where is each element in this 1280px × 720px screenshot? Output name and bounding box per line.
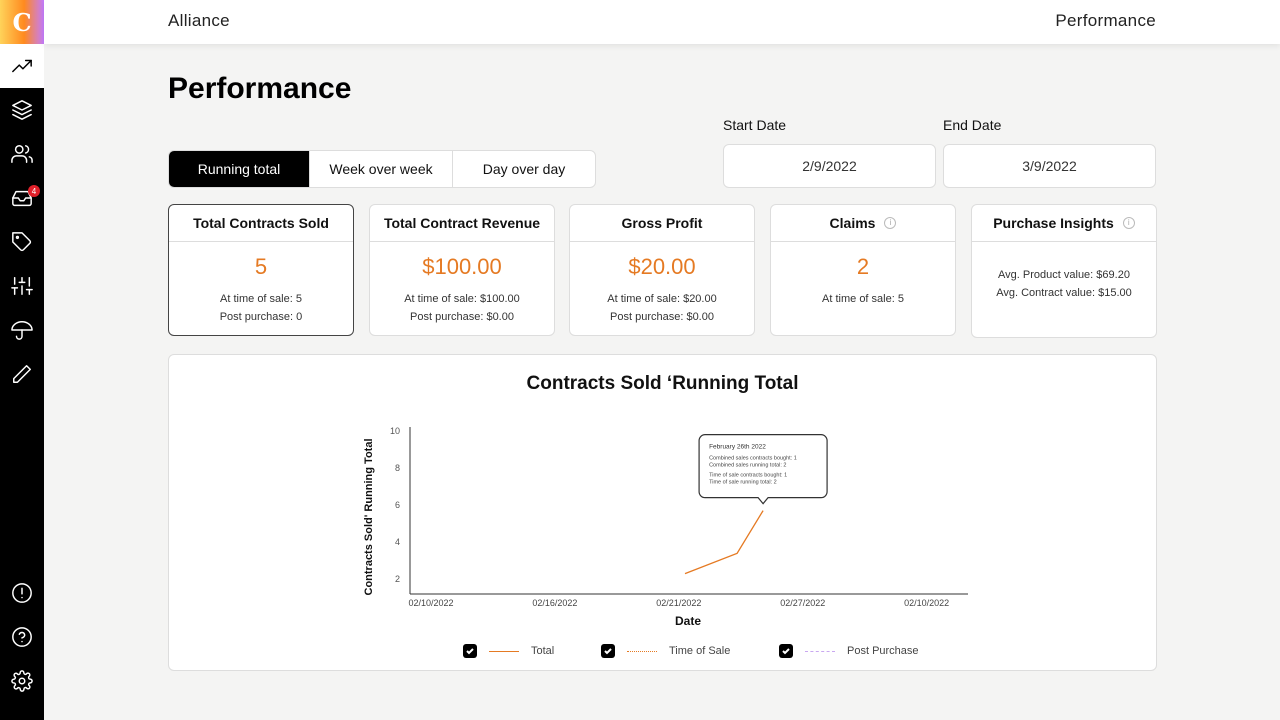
card-title: Purchase Insights [993, 215, 1114, 231]
x-tick-label: 02/21/2022 [656, 598, 701, 608]
y-tick-label: 6 [395, 500, 400, 510]
gear-icon [11, 670, 33, 692]
tooltip-title: February 26th 2022 [709, 444, 766, 451]
sidebar-item-settings[interactable] [0, 659, 44, 703]
legend-checkbox-total[interactable] [463, 644, 477, 658]
x-tick-label: 02/27/2022 [780, 598, 825, 608]
tab-week-over-week[interactable]: Week over week [310, 151, 453, 187]
inbox-badge: 4 [28, 185, 40, 197]
card-detail: At time of sale: $20.00 [607, 293, 717, 305]
tab-day-over-day[interactable]: Day over day [453, 151, 595, 187]
line-chart[interactable]: 2 4 6 8 10 02/10/2022 02/16/2022 02/21/2022 02/2… [169, 355, 1158, 645]
start-date-label: Start Date [723, 117, 787, 133]
sliders-icon [11, 277, 33, 295]
legend-label: Total [531, 645, 555, 657]
help-circle-icon [12, 627, 32, 647]
card-total-contract-revenue[interactable]: Total Contract Revenue $100.00 At time o… [369, 204, 555, 336]
card-detail: At time of sale: 5 [220, 293, 302, 305]
tooltip-line: Combined sales contracts bought: 1 [709, 456, 797, 462]
layers-icon [12, 100, 32, 120]
sidebar-item-help[interactable] [0, 615, 44, 659]
legend-item-time-of-sale[interactable]: Time of Sale [601, 644, 730, 658]
info-icon[interactable]: i [884, 217, 897, 229]
tooltip-line: Combined sales running total: 2 [709, 463, 786, 469]
card-detail: At time of sale: $100.00 [404, 293, 520, 305]
y-axis-title: Contracts Sold' Running Total [363, 438, 375, 595]
chart-panel: Contracts Sold ‘Running Total 2 4 6 8 10 02/1… [168, 354, 1157, 671]
app-logo[interactable]: C [0, 0, 44, 44]
card-title: Total Contract Revenue [370, 205, 554, 242]
sidebar-item-users[interactable] [0, 132, 44, 176]
page-title: Performance [168, 72, 352, 105]
sidebar-item-inbox[interactable]: 4 [0, 176, 44, 220]
section-name: Performance [1055, 11, 1156, 30]
tab-running-total[interactable]: Running total [169, 151, 310, 187]
card-detail: Post purchase: $0.00 [610, 311, 714, 323]
x-tick-label: 02/10/2022 [904, 598, 949, 608]
legend-label: Time of Sale [669, 645, 731, 657]
card-detail: Avg. Contract value: $15.00 [996, 287, 1132, 299]
card-value: $20.00 [628, 254, 696, 279]
start-date-input[interactable] [723, 144, 936, 188]
end-date-label: End Date [943, 117, 1002, 133]
legend-label: Post Purchase [847, 645, 919, 657]
x-tick-label: 02/10/2022 [408, 598, 453, 608]
sidebar: C 4 [0, 0, 44, 720]
card-claims[interactable]: Claims i 2 At time of sale: 5 [770, 204, 956, 336]
org-name: Alliance [168, 11, 230, 30]
card-title: Claims [829, 215, 876, 231]
view-mode-tabs: Running total Week over week Day over da… [168, 150, 596, 188]
sidebar-item-tags[interactable] [0, 220, 44, 264]
legend-checkbox-time-of-sale[interactable] [601, 644, 615, 658]
pencil-icon [13, 365, 31, 383]
users-icon [11, 145, 33, 163]
check-icon [604, 648, 612, 655]
y-tick-label: 10 [390, 426, 400, 436]
trending-up-icon [12, 59, 32, 73]
tooltip-line: Time of sale contracts bought: 1 [709, 473, 787, 479]
legend-item-total[interactable]: Total [463, 644, 554, 658]
card-value: 5 [254, 254, 268, 279]
end-date-input[interactable] [943, 144, 1156, 188]
alert-circle-icon [12, 583, 32, 603]
check-icon [466, 648, 474, 655]
x-tick-label: 02/16/2022 [532, 598, 577, 608]
legend-item-post-purchase[interactable]: Post Purchase [779, 644, 919, 658]
umbrella-icon [11, 321, 33, 340]
legend-swatch-time-of-sale [627, 650, 657, 652]
y-tick-label: 8 [395, 463, 400, 473]
sidebar-item-alerts[interactable] [0, 571, 44, 615]
series-line-total [684, 510, 764, 575]
legend-swatch-total [489, 650, 519, 652]
tag-icon [12, 232, 32, 252]
card-detail: Post purchase: $0.00 [410, 311, 514, 323]
card-value: 2 [856, 254, 870, 279]
y-tick-label: 4 [395, 537, 400, 547]
sidebar-item-edit[interactable] [0, 352, 44, 396]
card-detail: At time of sale: 5 [822, 293, 904, 305]
card-detail: Avg. Product value: $69.20 [998, 269, 1130, 281]
card-detail: Post purchase: 0 [219, 311, 303, 323]
sidebar-item-products[interactable] [0, 88, 44, 132]
legend-checkbox-post-purchase[interactable] [779, 644, 793, 658]
sidebar-item-insurance[interactable] [0, 308, 44, 352]
card-title: Total Contracts Sold [169, 205, 353, 242]
card-value: $100.00 [422, 254, 502, 279]
sidebar-item-performance[interactable] [0, 44, 44, 88]
y-tick-label: 2 [395, 574, 400, 584]
tooltip-line: Time of sale running total: 2 [709, 480, 777, 486]
card-purchase-insights[interactable]: Purchase Insights i Avg. Product value: $… [971, 204, 1157, 338]
card-total-contracts-sold[interactable]: Total Contracts Sold 5 At time of sale: … [168, 204, 354, 336]
legend-swatch-post-purchase [805, 650, 835, 652]
card-title: Gross Profit [570, 205, 754, 242]
card-gross-profit[interactable]: Gross Profit $20.00 At time of sale: $20… [569, 204, 755, 336]
x-axis-title: Date [675, 614, 701, 628]
check-icon [782, 648, 790, 655]
top-bar: Alliance Performance [44, 0, 1280, 44]
info-icon[interactable]: i [1122, 217, 1135, 229]
sidebar-item-settings-sliders[interactable] [0, 264, 44, 308]
